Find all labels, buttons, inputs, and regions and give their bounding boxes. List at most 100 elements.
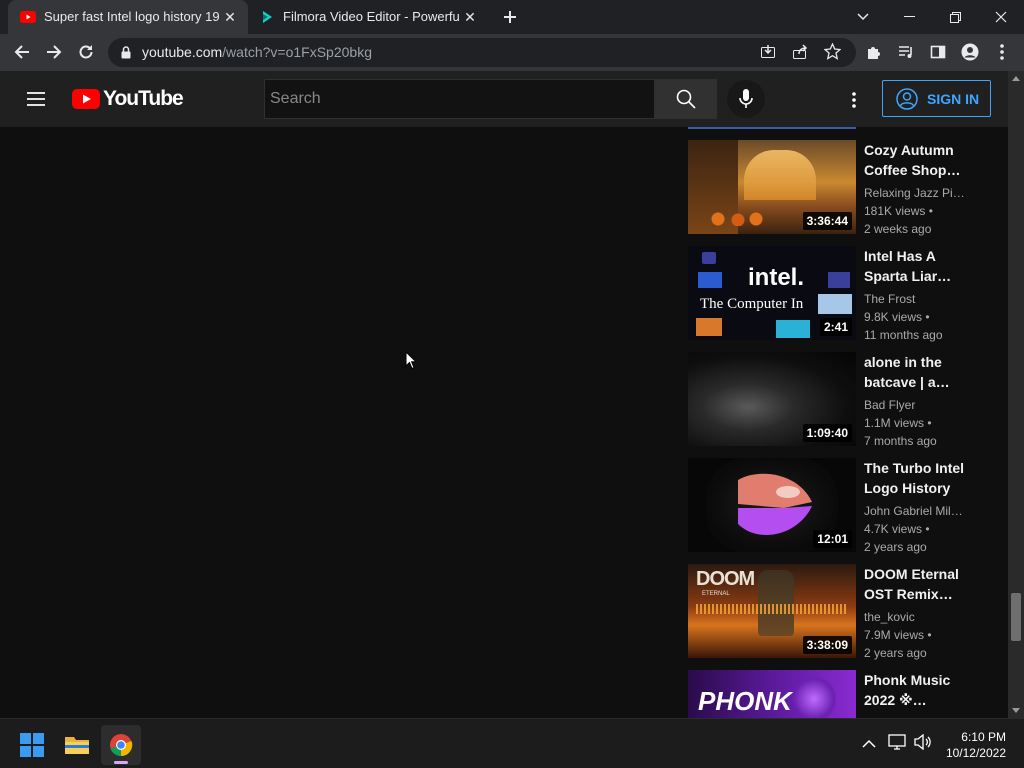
bookmark-button[interactable]: [823, 42, 842, 65]
video-duration: 3:36:44: [802, 212, 852, 230]
video-card[interactable]: PHONK Phonk Music 2022 ※…: [688, 670, 998, 718]
video-title[interactable]: Cozy Autumn Coffee Shop…: [864, 140, 968, 180]
guide-menu-button[interactable]: [20, 87, 52, 111]
video-card[interactable]: 12:01 The Turbo Intel Logo History i… Jo…: [688, 458, 998, 554]
media-controls-button[interactable]: [892, 38, 920, 66]
channel-name[interactable]: Relaxing Jazz Pi…: [864, 184, 968, 202]
account-icon: [961, 43, 979, 61]
channel-name[interactable]: the_kovic: [864, 608, 968, 626]
extensions-button[interactable]: [860, 38, 888, 66]
search-button[interactable]: [655, 79, 717, 119]
video-card[interactable]: intel. The Computer In 2:41 Intel Has A …: [688, 246, 998, 342]
scroll-up-arrow-icon[interactable]: [1008, 73, 1024, 85]
browser-tab-strip: Super fast Intel logo history 1981 ✕ Fil…: [0, 0, 1024, 34]
chrome-taskbar-button[interactable]: [101, 725, 141, 765]
chrome-menu-button[interactable]: [988, 38, 1016, 66]
start-button[interactable]: [12, 725, 52, 765]
channel-name[interactable]: Bad Flyer: [864, 396, 968, 414]
arrow-right-icon: [47, 45, 62, 59]
scroll-down-arrow-icon[interactable]: [1008, 704, 1024, 716]
voice-search-button[interactable]: [727, 80, 765, 118]
close-window-button[interactable]: [978, 0, 1024, 34]
partial-video-thumbnail[interactable]: [688, 127, 856, 129]
youtube-logo[interactable]: YouTube: [72, 87, 184, 110]
thumbnail-text: DOOM: [696, 568, 755, 590]
install-app-button[interactable]: [760, 44, 776, 65]
chevron-up-icon: [862, 739, 876, 748]
forward-button[interactable]: [40, 38, 68, 66]
video-meta: DOOM Eternal OST Remix… the_kovic 7.9M v…: [864, 564, 968, 662]
view-count: 9.8K views •: [864, 310, 930, 324]
sign-in-label: SIGN IN: [927, 90, 980, 107]
profile-button[interactable]: [956, 38, 984, 66]
side-panel-button[interactable]: [924, 38, 952, 66]
active-app-indicator: [114, 761, 128, 764]
share-button[interactable]: [792, 44, 808, 65]
minimize-icon: [903, 16, 915, 17]
video-thumbnail[interactable]: 12:01: [688, 458, 856, 552]
upload-age: 2 years ago: [864, 646, 927, 660]
restore-icon: [949, 11, 961, 23]
settings-menu-button[interactable]: [842, 89, 866, 111]
tab-filmora[interactable]: Filmora Video Editor - Powerful V ✕: [248, 0, 488, 34]
video-thumbnail[interactable]: 3:36:44: [688, 140, 856, 234]
thumbnail-waveform: [696, 604, 848, 614]
view-count: 1.1M views •: [864, 416, 932, 430]
youtube-header: YouTube SIGN IN: [0, 71, 1008, 127]
tab-search-button[interactable]: [840, 0, 886, 34]
file-explorer-button[interactable]: [57, 725, 97, 765]
channel-name[interactable]: The Frost: [864, 290, 968, 308]
video-card[interactable]: 1:09:40 alone in the batcave | a… Bad Fl…: [688, 352, 998, 448]
minimize-button[interactable]: [886, 0, 932, 34]
kebab-menu-icon: [852, 92, 856, 108]
windows-taskbar: 6:10 PM 10/12/2022: [0, 718, 1024, 768]
folder-icon: [65, 737, 89, 754]
video-thumbnail[interactable]: PHONK: [688, 670, 856, 718]
video-duration: 3:38:09: [802, 636, 852, 654]
video-title[interactable]: The Turbo Intel Logo History i…: [864, 458, 968, 498]
video-card[interactable]: 3:36:44 Cozy Autumn Coffee Shop… Relaxin…: [688, 140, 998, 236]
video-duration: 2:41: [819, 318, 852, 336]
plus-icon: [504, 11, 516, 23]
close-icon: [995, 11, 1007, 23]
address-bar[interactable]: youtube.com/watch?v=o1FxSp20bkg: [108, 38, 856, 67]
video-thumbnail[interactable]: intel. The Computer In 2:41: [688, 246, 856, 340]
scrollbar-thumb[interactable]: [1011, 593, 1021, 641]
browser-toolbar: youtube.com/watch?v=o1FxSp20bkg: [0, 34, 1024, 71]
back-button[interactable]: [8, 38, 36, 66]
clock-date: 10/12/2022: [945, 746, 1006, 760]
video-title[interactable]: DOOM Eternal OST Remix…: [864, 564, 968, 604]
sign-in-button[interactable]: SIGN IN: [882, 80, 991, 117]
chrome-icon: [110, 734, 133, 757]
youtube-favicon-icon: [20, 11, 36, 23]
reload-button[interactable]: [72, 38, 100, 66]
network-status-button[interactable]: [888, 734, 906, 755]
video-thumbnail[interactable]: DOOM ETERNAL 3:38:09: [688, 564, 856, 658]
star-icon: [823, 42, 842, 60]
restore-button[interactable]: [932, 0, 978, 34]
show-hidden-icons-button[interactable]: [862, 736, 876, 754]
channel-name[interactable]: John Gabriel Mil…: [864, 502, 968, 520]
volume-button[interactable]: [914, 733, 932, 755]
watch-page-content: 3:36:44 Cozy Autumn Coffee Shop… Relaxin…: [0, 127, 1008, 718]
system-clock[interactable]: 6:10 PM 10/12/2022: [946, 729, 1006, 761]
search-input[interactable]: [270, 88, 640, 110]
close-tab-icon[interactable]: ✕: [462, 9, 478, 25]
close-tab-icon[interactable]: ✕: [222, 9, 238, 25]
tab-title: Filmora Video Editor - Powerful V: [283, 9, 459, 24]
new-tab-button[interactable]: [498, 5, 522, 29]
video-thumbnail[interactable]: 1:09:40: [688, 352, 856, 446]
windows-logo-icon: [20, 733, 44, 757]
video-card[interactable]: DOOM ETERNAL 3:38:09 DOOM Eternal OST Re…: [688, 564, 998, 660]
video-title[interactable]: alone in the batcave | a…: [864, 352, 968, 392]
video-title[interactable]: Intel Has A Sparta Liar…: [864, 246, 968, 286]
tab-youtube[interactable]: Super fast Intel logo history 1981 ✕: [8, 0, 248, 34]
page-scrollbar[interactable]: [1008, 71, 1024, 718]
thumbnail-window: [744, 150, 816, 200]
thumbnail-text: intel.: [748, 264, 805, 291]
video-meta: Cozy Autumn Coffee Shop… Relaxing Jazz P…: [864, 140, 968, 238]
puzzle-icon: [868, 47, 880, 59]
youtube-logo-text: YouTube: [103, 87, 184, 110]
video-title[interactable]: Phonk Music 2022 ※…: [864, 670, 968, 710]
video-duration: 12:01: [813, 530, 852, 548]
